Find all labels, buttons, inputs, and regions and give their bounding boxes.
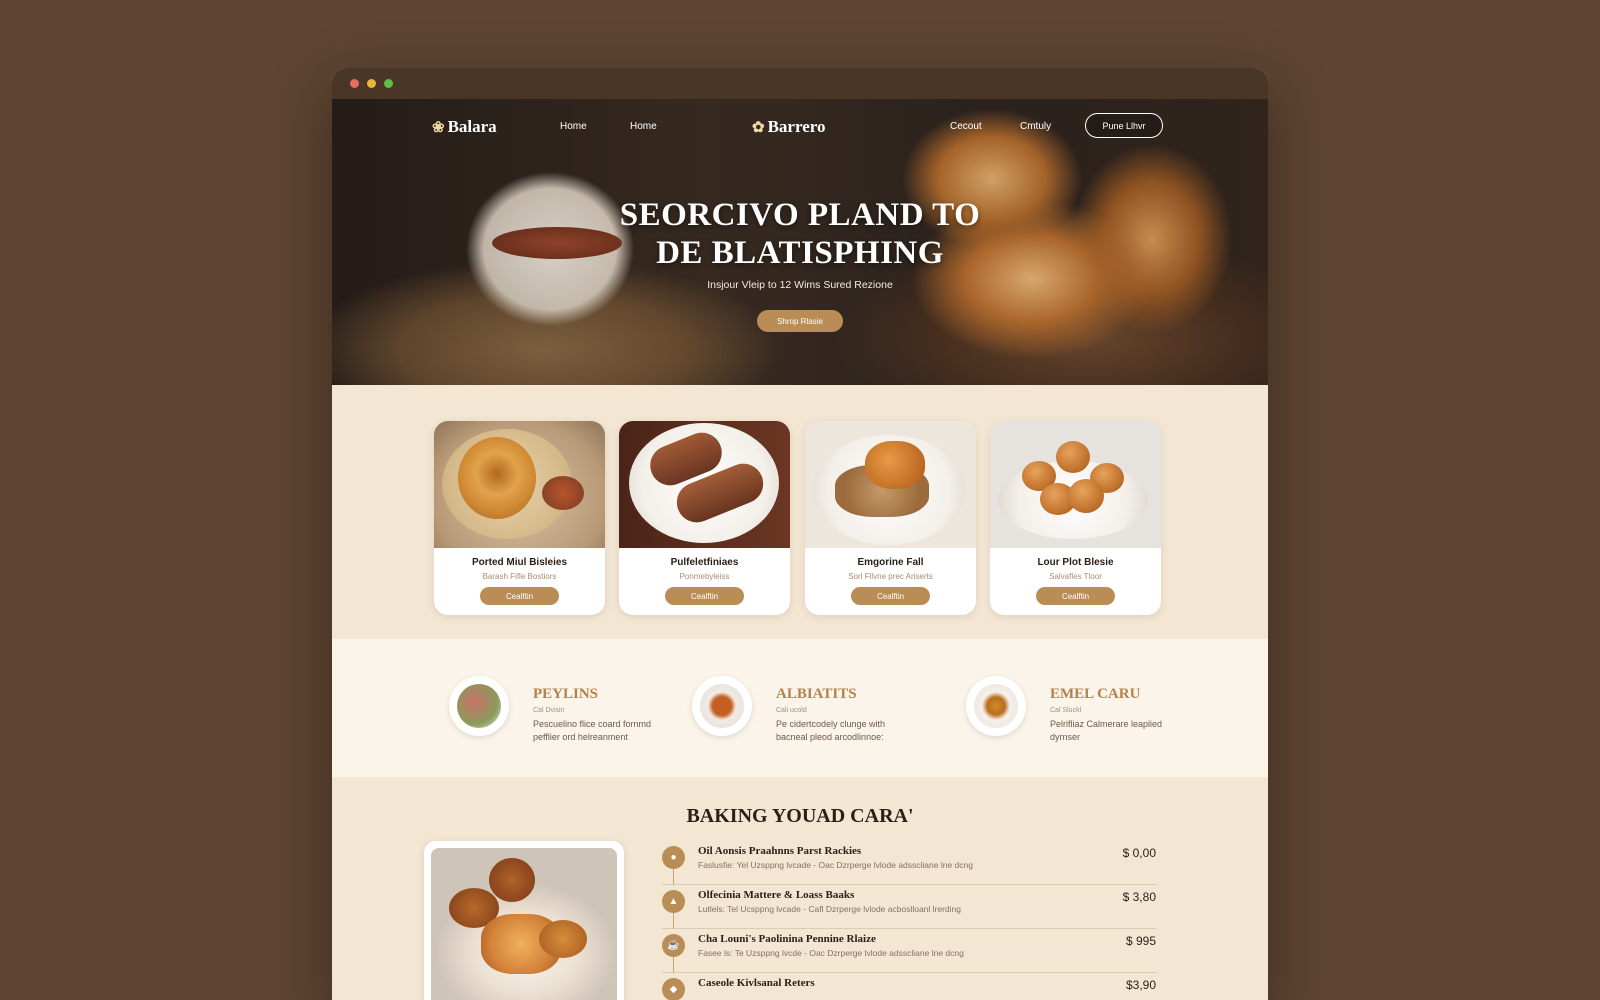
nav-link-home[interactable]: Home xyxy=(560,121,587,132)
feature-kicker: Cali ucold xyxy=(776,707,807,714)
menu-title: BAKING YOUAD CARA' xyxy=(686,805,914,827)
menu-item-price: $ 0,00 xyxy=(1122,846,1156,860)
feature-item: ALBIATITS Cali ucold Pe cidertcodely clu… xyxy=(692,676,912,746)
feature-text: Pelrifliaz Calmerare leaplied dyrnser xyxy=(1050,719,1163,742)
menu-item-desc: Lutlels: Tel Ucsppng lvcade - Cafl Dzrpe… xyxy=(698,904,962,914)
product-card[interactable]: Lour Plot Blesie Salvafles Tloor Cealfti… xyxy=(990,421,1161,615)
logo-center[interactable]: ✿ Barrero xyxy=(752,117,825,137)
menu-item-name: Cha Louni's Paolinina Pennine Rlaize xyxy=(698,933,876,945)
hero-subtitle: Insjour Vleip to 12 Wims Sured Rezione xyxy=(707,279,893,291)
product-button[interactable]: Cealftin xyxy=(851,587,930,605)
product-name: Ported Miul Bisleies xyxy=(471,557,568,568)
feature-title: ALBIATITS xyxy=(776,686,857,702)
logo-left[interactable]: ❀ Balara xyxy=(432,117,497,137)
product-image xyxy=(619,421,790,548)
feature-text: Pe cidertcodely clunge with bacneal pleo… xyxy=(776,719,886,742)
product-image xyxy=(990,421,1161,548)
menu-item-desc: Fasee ls: Te Uzsppng lvcde - Oac Dzrperg… xyxy=(698,948,964,958)
product-card[interactable]: Emgorine Fall Sorl Fllvne prec Ariserts … xyxy=(805,421,976,615)
coffee-icon: ☕ xyxy=(662,934,685,957)
menu-item-price: $3,90 xyxy=(1125,978,1156,992)
menu-item[interactable]: ● Oil Aonsis Praahnns Parst Rackies Fasl… xyxy=(662,841,1156,885)
logo-icon: ❀ xyxy=(432,119,445,136)
menu-item[interactable]: ◆ Caseole Kivlsanal Reters $3,90 xyxy=(662,973,1156,1000)
menu-item-name: Caseole Kivlsanal Reters xyxy=(698,977,815,989)
tea-cup-icon xyxy=(692,676,752,736)
product-image xyxy=(805,421,976,548)
menu-item-price: $ 3,80 xyxy=(1122,890,1156,904)
top-nav: ❀ Balara Home Home ✿ Barrero Cecout Cmtu… xyxy=(332,113,1268,139)
nav-link-home-2[interactable]: Home xyxy=(630,121,657,132)
product-card[interactable]: Pulfeletfiniaes Ponmebyleiss Cealftin xyxy=(619,421,790,615)
menu-item[interactable]: ▲ Olfecinia Mattere & Loass Baaks Lutlel… xyxy=(662,885,1156,929)
menu-item[interactable]: ☕ Cha Louni's Paolinina Pennine Rlaize F… xyxy=(662,929,1156,973)
hero-title: SEORCIVO PLAND TO DE BLATISPHING xyxy=(619,197,981,271)
menu-item-name: Oil Aonsis Praahnns Parst Rackies xyxy=(698,845,862,857)
menu-item-price: $ 995 xyxy=(1125,934,1156,948)
close-window-button[interactable] xyxy=(350,79,359,88)
product-name: Pulfeletfiniaes xyxy=(670,557,739,568)
feature-title: PEYLINS xyxy=(533,686,599,702)
hero-section: ❀ Balara Home Home ✿ Barrero Cecout Cmtu… xyxy=(332,99,1268,385)
feature-item: EMEL CARU Cal Sluckl Pelrifliaz Calmerar… xyxy=(966,676,1186,746)
feature-item: PEYLINS Cal Dvisin Pescuelino flice coar… xyxy=(449,676,669,746)
product-subtitle: Salvafles Tloor xyxy=(1049,572,1102,581)
pastry-icon xyxy=(449,676,509,736)
product-image xyxy=(434,421,605,548)
minimize-window-button[interactable] xyxy=(367,79,376,88)
browser-window: ❀ Balara Home Home ✿ Barrero Cecout Cmtu… xyxy=(332,68,1268,1000)
product-card[interactable]: Ported Miul Bisleies Barash Fifle Bostio… xyxy=(434,421,605,615)
hero-shop-button[interactable]: Shrop Rlasie xyxy=(757,310,843,332)
product-subtitle: Barash Fifle Bostiors xyxy=(482,572,557,581)
nav-link-cecout[interactable]: Cecout xyxy=(950,121,982,132)
pin-icon: ● xyxy=(662,846,685,869)
bread-icon: ◆ xyxy=(662,978,685,1000)
window-titlebar xyxy=(332,68,1268,99)
menu-photo xyxy=(424,841,624,1000)
product-button[interactable]: Cealftin xyxy=(480,587,559,605)
feature-text: Pescuelino flice coard fornmd pefflier o… xyxy=(533,719,652,742)
maximize-window-button[interactable] xyxy=(384,79,393,88)
product-name: Lour Plot Blesie xyxy=(1037,557,1114,568)
menu-list: ● Oil Aonsis Praahnns Parst Rackies Fasl… xyxy=(662,841,1156,1000)
features-section: PEYLINS Cal Dvisin Pescuelino flice coar… xyxy=(332,639,1268,779)
menu-item-name: Olfecinia Mattere & Loass Baaks xyxy=(698,889,855,901)
nav-link-cmtuly[interactable]: Cmtuly xyxy=(1020,121,1051,132)
logo-mark-icon: ✿ xyxy=(752,119,765,136)
feature-title: EMEL CARU xyxy=(1050,686,1141,702)
product-subtitle: Ponmebyleiss xyxy=(679,572,730,581)
cake-icon: ▲ xyxy=(662,890,685,913)
menu-item-desc: Faslusfie: Yel Uzsppng lvcade - Oac Dzrp… xyxy=(698,860,973,870)
feature-kicker: Cal Sluckl xyxy=(1050,707,1082,714)
menu-section: BAKING YOUAD CARA' ● Oil Aonsis Praahnns… xyxy=(332,777,1268,1000)
product-name: Emgorine Fall xyxy=(857,557,924,568)
products-section: Ported Miul Bisleies Barash Fifle Bostio… xyxy=(332,385,1268,639)
nav-cta-button[interactable]: Pune Llhvr xyxy=(1085,113,1163,138)
product-subtitle: Sorl Fllvne prec Ariserts xyxy=(848,572,933,581)
coffee-icon xyxy=(966,676,1026,736)
product-button[interactable]: Cealftin xyxy=(1036,587,1115,605)
product-button[interactable]: Cealftin xyxy=(665,587,744,605)
feature-kicker: Cal Dvisin xyxy=(533,707,565,714)
